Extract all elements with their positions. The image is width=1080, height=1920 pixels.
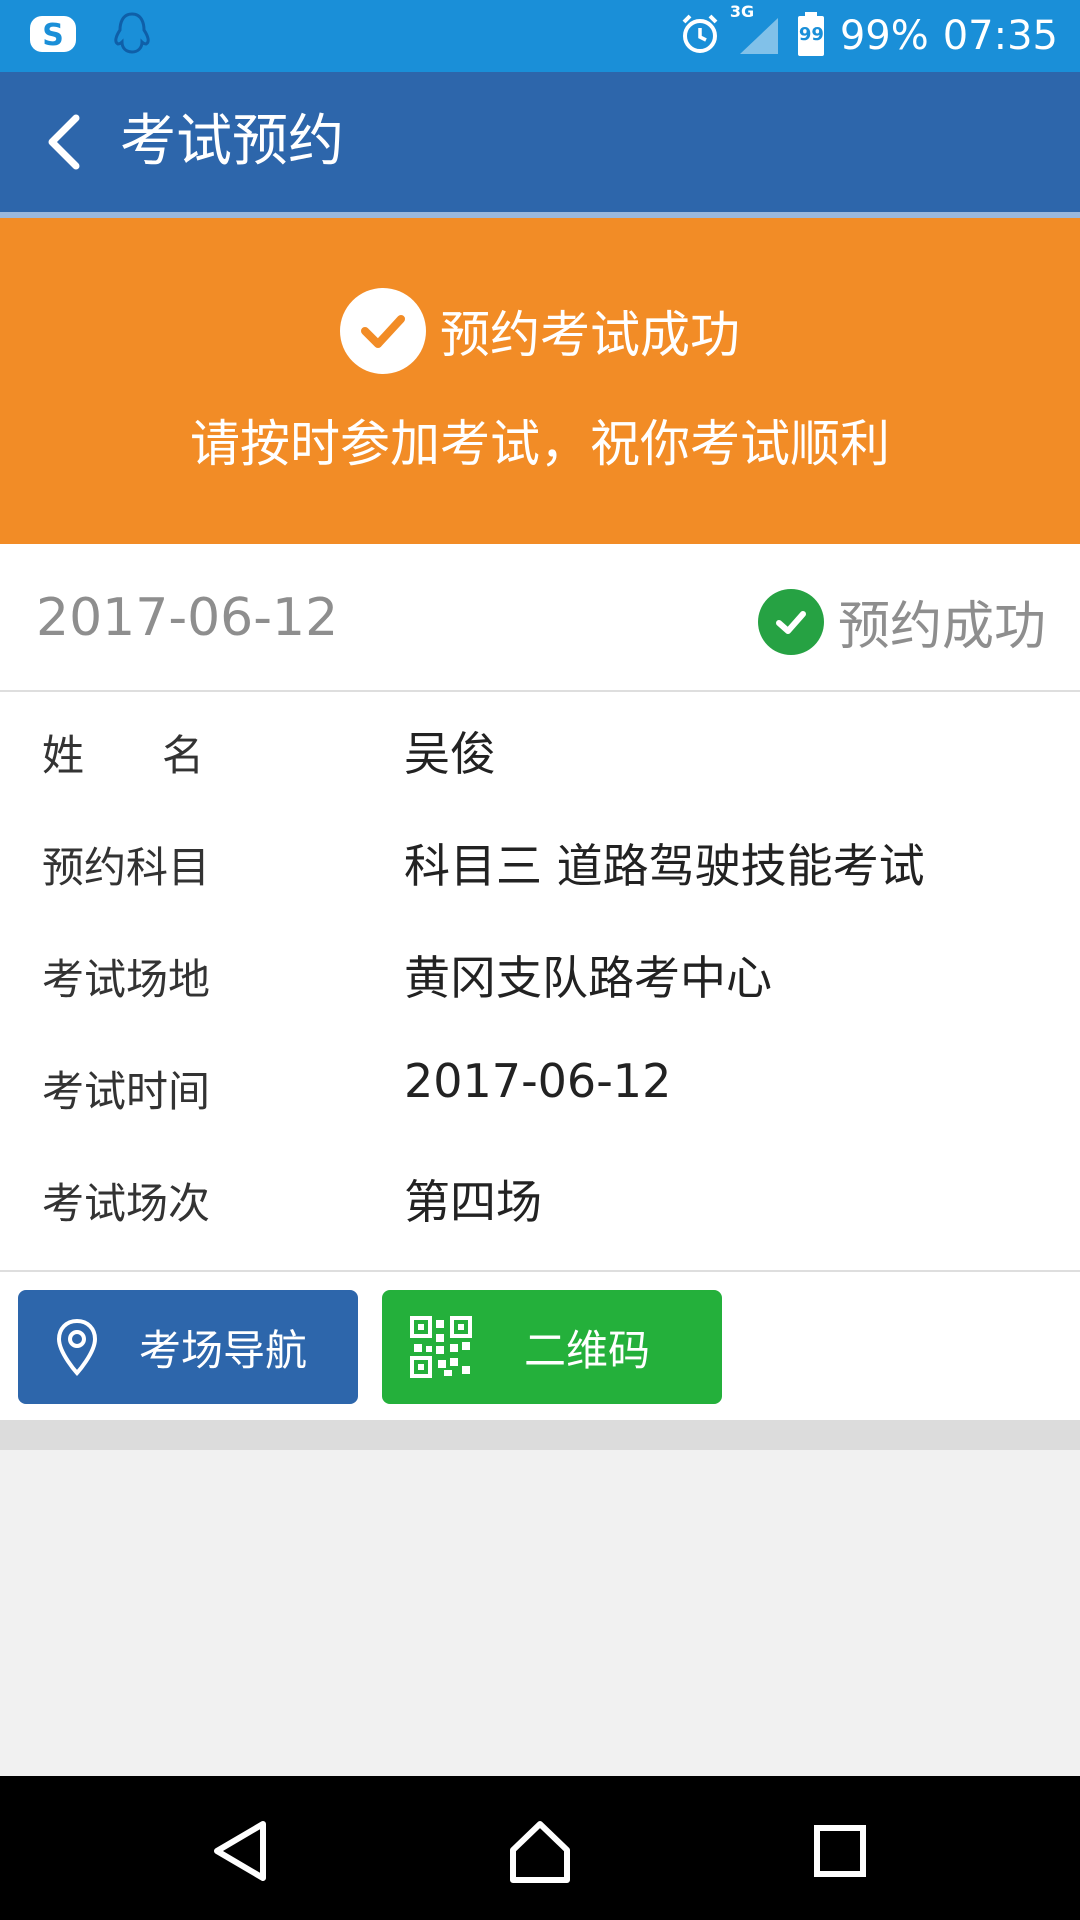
- detail-row-time: 考试时间 2017-06-12: [0, 1028, 1080, 1140]
- back-arrow-icon[interactable]: [36, 112, 96, 172]
- qq-app-icon: [110, 10, 154, 62]
- status-text: 预约成功: [837, 597, 1046, 657]
- clock: 07:35: [942, 13, 1058, 59]
- summary-row: 2017-06-12 预约成功: [0, 544, 1080, 692]
- qrcode-button-label: 二维码: [523, 1325, 650, 1375]
- detail-value: 科目三 道路驾驶技能考试: [404, 839, 925, 893]
- exam-date: 2017-06-12: [36, 588, 339, 648]
- home-icon[interactable]: [505, 1816, 575, 1886]
- action-bar: 考场导航 二维码: [0, 1272, 1080, 1420]
- alarm-icon: [678, 12, 722, 60]
- system-nav-bar: [0, 1776, 1080, 1920]
- success-banner: 预约考试成功 请按时参加考试，祝你考试顺利: [0, 218, 1080, 544]
- battery-icon: 99: [796, 10, 826, 62]
- status-badge: 预约成功: [757, 584, 1046, 659]
- check-circle-icon: [340, 288, 426, 374]
- detail-row-subject: 预约科目 科目三 道路驾驶技能考试: [0, 804, 1080, 916]
- banner-title: 预约考试成功: [440, 306, 740, 364]
- detail-row-venue: 考试场地 黄冈支队路考中心: [0, 916, 1080, 1028]
- battery-level-label: 99: [798, 24, 824, 45]
- detail-value: 2017-06-12: [404, 1054, 672, 1108]
- detail-label: 考试场地: [42, 955, 211, 1004]
- battery-percent: 99%: [839, 13, 929, 59]
- status-bar: S 3G 99 99% 07:35: [0, 0, 1080, 72]
- success-check-icon: [757, 588, 824, 655]
- qrcode-button[interactable]: 二维码: [382, 1290, 722, 1404]
- detail-label: 考试场次: [42, 1179, 211, 1228]
- svg-text:S: S: [42, 18, 64, 53]
- sogou-app-icon: S: [28, 12, 80, 60]
- detail-value: 黄冈支队路考中心: [404, 951, 772, 1005]
- signal-icon: 3G: [730, 2, 782, 60]
- app-bar: 考试预约: [0, 72, 1080, 212]
- banner-subtitle: 请按时参加考试，祝你考试顺利: [190, 415, 890, 473]
- detail-value: 吴俊: [404, 727, 496, 781]
- details-list: 姓名 吴俊 预约科目 科目三 道路驾驶技能考试 考试场地 黄冈支队路考中心 考试…: [0, 692, 1080, 1272]
- detail-label: 考试时间: [42, 1067, 211, 1116]
- detail-row-name: 姓名 吴俊: [0, 692, 1080, 804]
- page-title: 考试预约: [120, 109, 344, 174]
- square-recents-icon[interactable]: [805, 1816, 875, 1886]
- network-type-label: 3G: [729, 2, 755, 21]
- navigation-button-label: 考场导航: [138, 1325, 307, 1375]
- detail-row-session: 考试场次 第四场: [0, 1140, 1080, 1252]
- triangle-back-icon[interactable]: [205, 1816, 275, 1886]
- detail-value: 第四场: [404, 1175, 542, 1229]
- detail-label: 预约科目: [42, 843, 211, 892]
- navigation-button[interactable]: 考场导航: [18, 1290, 358, 1404]
- detail-label: 姓名: [42, 731, 283, 780]
- section-divider: [0, 1420, 1080, 1450]
